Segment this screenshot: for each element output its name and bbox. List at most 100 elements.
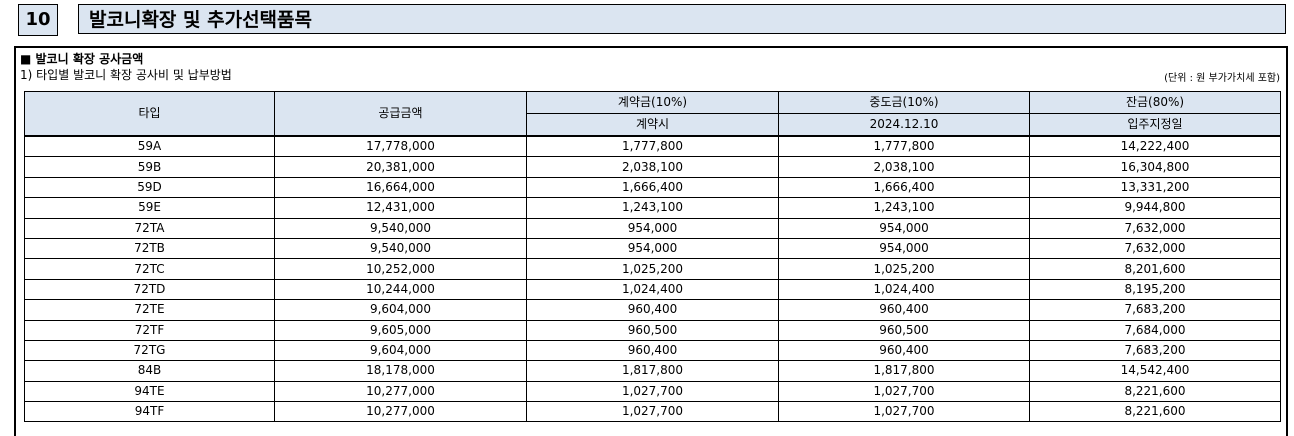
cell-supply: 10,277,000 <box>274 401 527 423</box>
section-header: 10 발코니확장 및 추가선택품목 <box>18 4 1288 36</box>
header-balance-sub: 입주지정일 <box>1029 113 1281 137</box>
cell-interim: 1,025,200 <box>778 258 1030 280</box>
table-row: 59A 17,778,000 1,777,800 1,777,800 14,222,40… <box>24 135 1281 158</box>
table-row: 94TF 10,277,000 1,027,700 1,027,700 8,221,60… <box>24 401 1281 423</box>
table-row: 72TG 9,604,000 960,400 960,400 7,683,200 <box>24 339 1281 362</box>
cell-type: 72TE <box>24 299 275 321</box>
section-heading: 발코니확장 및 추가선택품목 <box>78 4 1286 34</box>
table-row: 59E 12,431,000 1,243,100 1,243,100 9,944,800 <box>24 197 1281 219</box>
subtitle: 1) 타입별 발코니 확장 공사비 및 납부방법 <box>20 68 232 82</box>
cell-interim: 1,243,100 <box>778 197 1030 219</box>
cell-supply: 9,540,000 <box>274 217 527 239</box>
cell-type: 59E <box>24 197 275 219</box>
header-type: 타입 <box>24 91 275 137</box>
table-row: 72TB 9,540,000 954,000 954,000 7,632,000 <box>24 237 1281 260</box>
cell-balance: 8,221,600 <box>1029 401 1281 423</box>
table-row: 94TE 10,277,000 1,027,700 1,027,700 8,221,60… <box>24 380 1281 403</box>
cell-supply: 9,604,000 <box>274 299 527 321</box>
cell-deposit: 954,000 <box>526 217 779 239</box>
balcony-cost-table: 타입 공급금액 계약금(10%) 중도금(10%) 잔금(80%) 계약시 20… <box>24 91 1281 423</box>
cell-interim: 2,038,100 <box>778 156 1030 178</box>
header-supply: 공급금액 <box>274 91 527 137</box>
cell-balance: 7,632,000 <box>1029 217 1281 239</box>
cell-type: 72TB <box>24 237 275 260</box>
cell-type: 59B <box>24 156 275 178</box>
header-interim: 중도금(10%) <box>778 91 1030 114</box>
cell-balance: 13,331,200 <box>1029 176 1281 199</box>
table-row: 72TE 9,604,000 960,400 960,400 7,683,200 <box>24 299 1281 321</box>
cell-type: 72TF <box>24 319 275 341</box>
table-row: 72TC 10,252,000 1,025,200 1,025,200 8,201,60… <box>24 258 1281 280</box>
cell-type: 72TC <box>24 258 275 280</box>
cell-supply: 17,778,000 <box>274 135 527 158</box>
table-row: 72TA 9,540,000 954,000 954,000 7,632,000 <box>24 217 1281 239</box>
cell-interim: 960,400 <box>778 299 1030 321</box>
cell-deposit: 1,027,700 <box>526 380 779 403</box>
cell-balance: 8,195,200 <box>1029 278 1281 301</box>
cell-deposit: 954,000 <box>526 237 779 260</box>
cell-deposit: 1,027,700 <box>526 401 779 423</box>
cell-interim: 1,027,700 <box>778 380 1030 403</box>
cell-balance: 8,221,600 <box>1029 380 1281 403</box>
cell-deposit: 1,243,100 <box>526 197 779 219</box>
table-row: 59D 16,664,000 1,666,400 1,666,400 13,331,20… <box>24 176 1281 199</box>
cell-balance: 9,944,800 <box>1029 197 1281 219</box>
cell-type: 84B <box>24 360 275 382</box>
cell-interim: 960,400 <box>778 339 1030 362</box>
cell-deposit: 960,500 <box>526 319 779 341</box>
header-deposit-sub: 계약시 <box>526 113 779 137</box>
cell-interim: 960,500 <box>778 319 1030 341</box>
cell-type: 72TG <box>24 339 275 362</box>
header-balance: 잔금(80%) <box>1029 91 1281 114</box>
cell-supply: 10,244,000 <box>274 278 527 301</box>
cell-balance: 14,222,400 <box>1029 135 1281 158</box>
table-row: 59B 20,381,000 2,038,100 2,038,100 16,304,80… <box>24 156 1281 178</box>
section-number: 10 <box>18 4 58 36</box>
cell-supply: 9,604,000 <box>274 339 527 362</box>
cell-balance: 7,683,200 <box>1029 339 1281 362</box>
cell-type: 94TE <box>24 380 275 403</box>
cell-balance: 16,304,800 <box>1029 156 1281 178</box>
cell-deposit: 960,400 <box>526 299 779 321</box>
cell-interim: 1,817,800 <box>778 360 1030 382</box>
cell-balance: 7,632,000 <box>1029 237 1281 260</box>
cell-balance: 14,542,400 <box>1029 360 1281 382</box>
cell-supply: 10,252,000 <box>274 258 527 280</box>
cell-supply: 10,277,000 <box>274 380 527 403</box>
cell-deposit: 1,024,400 <box>526 278 779 301</box>
cell-supply: 16,664,000 <box>274 176 527 199</box>
cell-supply: 20,381,000 <box>274 156 527 178</box>
cell-interim: 1,666,400 <box>778 176 1030 199</box>
table-row: 72TF 9,605,000 960,500 960,500 7,684,000 <box>24 319 1281 341</box>
table-row: 84B 18,178,000 1,817,800 1,817,800 14,542,40… <box>24 360 1281 382</box>
cell-deposit: 1,025,200 <box>526 258 779 280</box>
cell-type: 59D <box>24 176 275 199</box>
header-deposit: 계약금(10%) <box>526 91 779 114</box>
cell-type: 72TA <box>24 217 275 239</box>
cell-type: 59A <box>24 135 275 158</box>
cell-balance: 7,683,200 <box>1029 299 1281 321</box>
cell-supply: 9,540,000 <box>274 237 527 260</box>
cell-type: 94TF <box>24 401 275 423</box>
content-frame: ■ 발코니 확장 공사금액 1) 타입별 발코니 확장 공사비 및 납부방법 (… <box>14 46 1288 436</box>
cell-supply: 9,605,000 <box>274 319 527 341</box>
cell-deposit: 960,400 <box>526 339 779 362</box>
cell-balance: 8,201,600 <box>1029 258 1281 280</box>
table-body: 59A 17,778,000 1,777,800 1,777,800 14,222,40… <box>24 135 1281 423</box>
cell-interim: 954,000 <box>778 237 1030 260</box>
cell-deposit: 1,666,400 <box>526 176 779 199</box>
cell-interim: 1,027,700 <box>778 401 1030 423</box>
block-title: ■ 발코니 확장 공사금액 <box>20 52 144 66</box>
table-row: 72TD 10,244,000 1,024,400 1,024,400 8,195,20… <box>24 278 1281 301</box>
unit-note: (단위 : 원 부가가치세 포함) <box>1164 73 1280 84</box>
cell-deposit: 1,817,800 <box>526 360 779 382</box>
cell-type: 72TD <box>24 278 275 301</box>
cell-supply: 18,178,000 <box>274 360 527 382</box>
cell-deposit: 2,038,100 <box>526 156 779 178</box>
cell-interim: 1,024,400 <box>778 278 1030 301</box>
cell-interim: 954,000 <box>778 217 1030 239</box>
cell-supply: 12,431,000 <box>274 197 527 219</box>
cell-deposit: 1,777,800 <box>526 135 779 158</box>
header-interim-sub: 2024.12.10 <box>778 113 1030 137</box>
cell-interim: 1,777,800 <box>778 135 1030 158</box>
